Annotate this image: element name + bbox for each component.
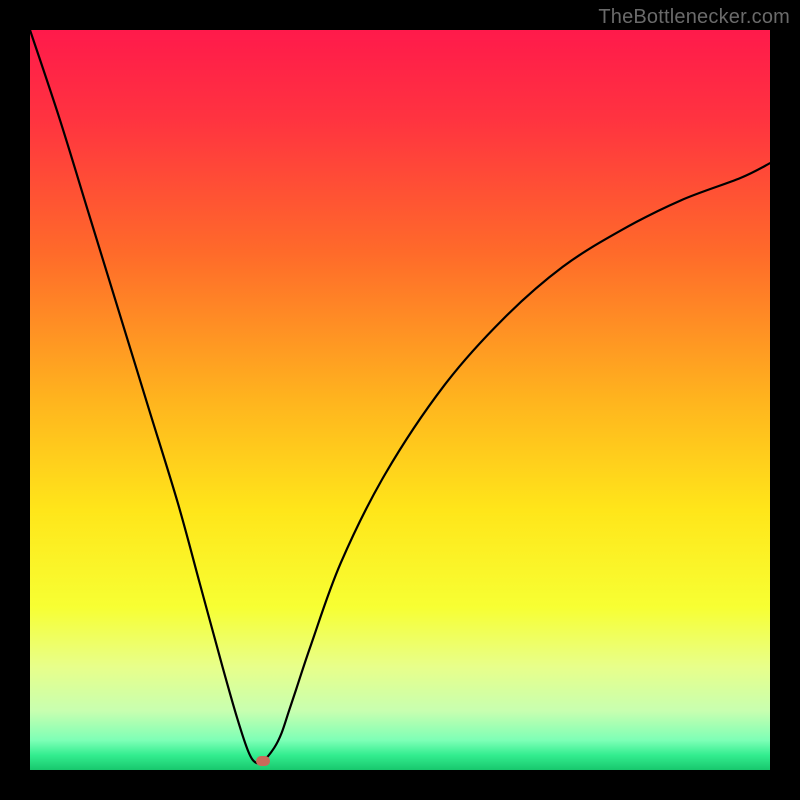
optimal-point-marker [256, 756, 270, 766]
chart-frame: TheBottlenecker.com [0, 0, 800, 800]
plot-area [30, 30, 770, 770]
watermark-text: TheBottlenecker.com [598, 6, 790, 29]
bottleneck-curve [30, 30, 770, 770]
